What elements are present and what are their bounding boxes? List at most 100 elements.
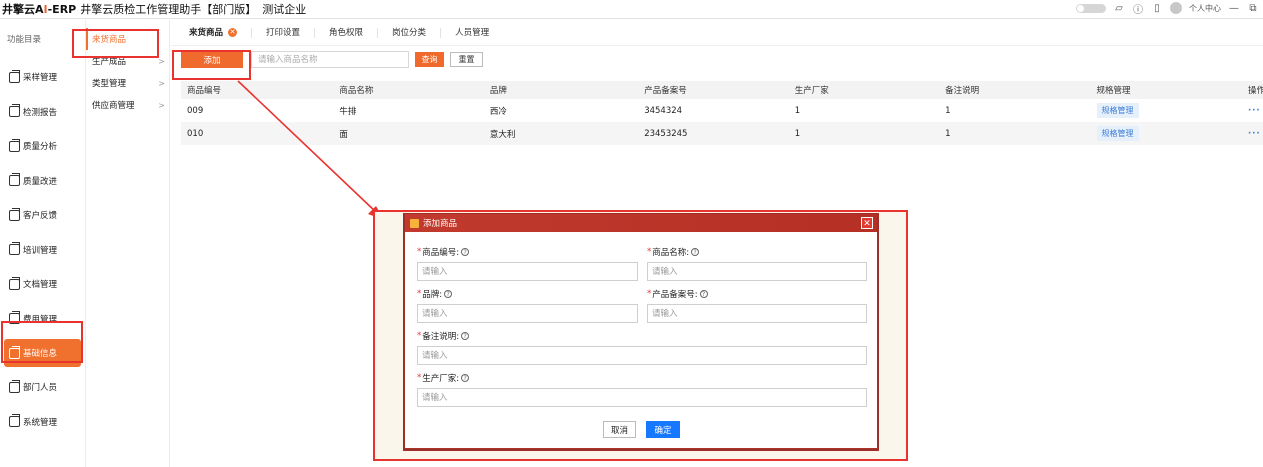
cell-record-no: 23453245 — [638, 122, 789, 145]
cancel-button[interactable]: 取消 — [603, 421, 636, 438]
sidebar-item-quality-improve[interactable]: 质量改进 — [0, 164, 85, 199]
record-no-input[interactable] — [647, 304, 867, 323]
cell-ops: ··· — [1242, 99, 1263, 122]
sidebar-item-basic-info[interactable]: 基础信息 — [4, 339, 81, 367]
phone-icon[interactable]: ▯ — [1151, 2, 1163, 14]
cell-maker: 1 — [788, 122, 940, 145]
reset-button[interactable]: 重置 — [450, 52, 483, 67]
goods-code-input[interactable] — [417, 262, 638, 281]
help-icon[interactable]: ⓘ — [1132, 2, 1144, 16]
restore-icon[interactable]: ⧉ — [1247, 2, 1259, 14]
cell-spec: 规格管理 — [1091, 99, 1242, 122]
help-icon[interactable]: ? — [691, 248, 700, 256]
tab-incoming-goods[interactable]: 来货商品 ✕ — [175, 27, 253, 38]
sidebar-item-feedback[interactable]: 客户反馈 — [0, 198, 85, 233]
cell-brand: 西冷 — [489, 106, 507, 117]
more-icon[interactable]: ··· — [1248, 129, 1261, 139]
sidebar-item-documents[interactable]: 文档管理 — [0, 267, 85, 302]
brand-input[interactable] — [417, 304, 638, 323]
window-icon — [9, 69, 20, 83]
column-header: 商品名称 — [333, 81, 484, 99]
add-goods-dialog: 添加商品 ✕ *商品编号:? *商品名称:? *品牌:? *产品备案号:? *备… — [405, 214, 877, 448]
field-note: * 备注说明:? — [417, 330, 867, 365]
help-icon[interactable]: ? — [461, 374, 470, 382]
sidebar-item-departments[interactable]: 部门人员 — [0, 370, 85, 405]
tab-role-permissions[interactable]: 角色权限 — [315, 27, 379, 38]
more-icon[interactable]: ··· — [1248, 106, 1261, 116]
column-header: 品牌 — [483, 81, 639, 99]
help-icon[interactable]: ? — [444, 290, 453, 298]
cell-record-no: 3454324 — [644, 105, 683, 116]
app-logo-icon — [410, 218, 419, 228]
submenu-item-suppliers[interactable]: 供应商管理 > — [86, 94, 169, 116]
app-title: 井擎云质检工作管理助手【部门版】 — [80, 3, 257, 16]
sidebar-item-sampling[interactable]: 采样管理 — [0, 60, 85, 95]
tab-print-settings[interactable]: 打印设置 — [252, 27, 316, 38]
field-maker: * 生产厂家:? — [417, 372, 867, 407]
window-icon — [9, 207, 20, 221]
cell-ops: ··· — [1241, 122, 1263, 145]
window-icon — [9, 276, 20, 290]
sidebar-item-quality-analysis[interactable]: 质量分析 — [0, 129, 85, 164]
company-name: 测试企业 — [262, 3, 307, 16]
field-name: * 商品名称:? — [647, 246, 867, 281]
cell-note: 1 — [945, 105, 951, 116]
field-record-no: * 产品备案号:? — [647, 288, 867, 323]
column-header: 规格管理 — [1090, 81, 1242, 99]
cell-brand: 意大利 — [483, 122, 639, 145]
window-icon — [9, 345, 20, 359]
table-row[interactable]: 009 牛排 西冷 3454324 1 1 规格管理 ··· — [181, 99, 1263, 122]
column-header: 商品编号 — [181, 81, 334, 99]
tab-bar: 来货商品 ✕ 打印设置 角色权限 岗位分类 人员管理 — [171, 20, 1263, 46]
user-center-link[interactable]: 个人中心 — [1189, 3, 1221, 14]
minimize-icon[interactable]: — — [1228, 2, 1240, 14]
window-icon — [9, 379, 20, 393]
add-button[interactable]: 添加 — [181, 51, 243, 68]
window-icon — [9, 138, 20, 152]
tab-staff-mgmt[interactable]: 人员管理 — [441, 28, 503, 38]
cell-note: 1 — [939, 122, 1091, 145]
search-input[interactable] — [251, 51, 409, 68]
close-icon[interactable]: ✕ — [861, 217, 873, 229]
submenu-item-finished-products[interactable]: 生产成品 > — [86, 50, 169, 72]
dialog-header: 添加商品 — [405, 214, 877, 232]
help-icon[interactable]: ? — [461, 248, 470, 256]
chevron-right-icon: > — [158, 100, 165, 110]
table-row[interactable]: 010 面 意大利 23453245 1 1 规格管理 ··· — [181, 122, 1263, 145]
sidebar-item-reports[interactable]: 检测报告 — [0, 95, 85, 130]
tab-position-types[interactable]: 岗位分类 — [378, 27, 442, 38]
window-icon — [9, 311, 20, 325]
window-icon — [9, 173, 20, 187]
cell-code: 010 — [181, 122, 334, 145]
field-brand: * 品牌:? — [417, 288, 638, 323]
goods-table: 商品编号 商品名称 品牌 产品备案号 生产厂家 备注说明 规格管理 操作 009… — [181, 81, 1263, 145]
sidebar-item-system[interactable]: 系统管理 — [0, 405, 85, 440]
top-right-tools: ▱ ⓘ ▯ 个人中心 — ⧉ — [1076, 2, 1259, 16]
dialog-title: 添加商品 — [423, 219, 458, 229]
avatar[interactable] — [1170, 2, 1182, 14]
top-bar: 井擎云AI-ERP 井擎云质检工作管理助手【部门版】 测试企业 ▱ ⓘ ▯ 个人… — [0, 0, 1263, 19]
goods-name-input[interactable] — [647, 262, 867, 281]
bell-icon[interactable]: ▱ — [1113, 2, 1125, 14]
column-header: 产品备案号 — [638, 81, 789, 99]
maker-input[interactable] — [417, 388, 867, 407]
sidebar-item-training[interactable]: 培训管理 — [0, 233, 85, 268]
submenu-item-incoming-goods[interactable]: 来货商品 — [86, 28, 169, 50]
spec-mgmt-link[interactable]: 规格管理 — [1096, 126, 1139, 141]
query-button[interactable]: 查询 — [415, 52, 444, 67]
sidebar-heading: 功能目录 — [7, 35, 42, 45]
help-icon[interactable]: ? — [461, 332, 470, 340]
submenu-item-type-mgmt[interactable]: 类型管理 > — [86, 72, 169, 94]
cell-spec: 规格管理 — [1090, 122, 1242, 145]
theme-toggle[interactable] — [1076, 3, 1106, 13]
table-header-row: 商品编号 商品名称 品牌 产品备案号 生产厂家 备注说明 规格管理 操作 — [181, 81, 1263, 99]
close-icon[interactable]: ✕ — [228, 28, 238, 37]
confirm-button[interactable]: 确定 — [646, 421, 680, 438]
sidebar-item-expenses[interactable]: 费用管理 — [0, 302, 85, 337]
app-logo: 井擎云AI-ERP — [2, 3, 77, 16]
help-icon[interactable]: ? — [699, 290, 708, 298]
column-header: 操作 — [1241, 81, 1263, 99]
spec-mgmt-link[interactable]: 规格管理 — [1096, 103, 1139, 118]
window-icon — [9, 242, 20, 256]
note-input[interactable] — [417, 346, 867, 365]
